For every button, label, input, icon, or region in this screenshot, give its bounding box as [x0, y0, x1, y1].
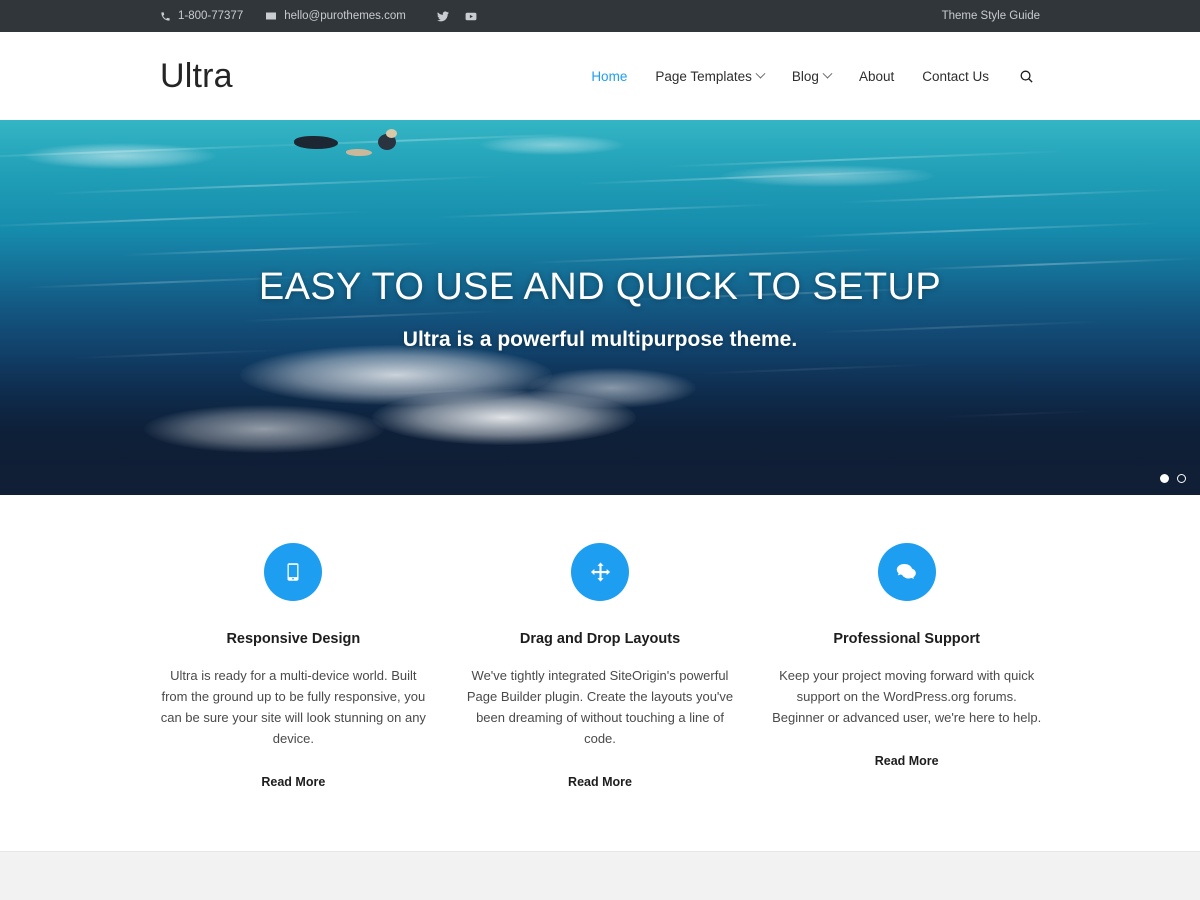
social-links [436, 10, 478, 23]
nav-item-page-templates[interactable]: Page Templates [641, 68, 778, 84]
slider-pagination [1160, 474, 1186, 483]
hero-slider: EASY TO USE AND QUICK TO SETUP Ultra is … [0, 120, 1200, 495]
nav-label-about: About [858, 68, 895, 84]
wave-foam [528, 367, 696, 408]
top-bar: 1-800-77377 hello@purothemes.com Theme S… [0, 0, 1200, 32]
site-header: Ultra Home Page Templates Blog About Con… [0, 32, 1200, 120]
feature-professional-support: Professional Support Keep your project m… [753, 543, 1060, 791]
wave-foam [720, 165, 936, 187]
phone-number: 1-800-77377 [178, 10, 244, 22]
search-icon [1019, 69, 1034, 84]
feature-title: Responsive Design [226, 631, 361, 647]
chevron-down-icon [822, 68, 833, 79]
email-link[interactable]: hello@purothemes.com [265, 10, 406, 22]
hero-title: EASY TO USE AND QUICK TO SETUP [258, 266, 942, 308]
comments-icon [895, 560, 919, 584]
nav-label-blog: Blog [791, 68, 819, 84]
feature-read-more-link[interactable]: Read More [568, 775, 632, 789]
phone-icon [160, 11, 171, 22]
nav-label-home: Home [591, 68, 628, 84]
feature-read-more-link[interactable]: Read More [261, 775, 325, 789]
nav-item-contact-us[interactable]: Contact Us [908, 69, 1003, 84]
feature-icon-circle [877, 543, 936, 601]
tablet-icon [282, 561, 304, 583]
twitter-icon [436, 10, 450, 23]
arrows-move-icon [589, 561, 612, 584]
features-section: Responsive Design Ultra is ready for a m… [0, 495, 1200, 852]
main-navigation: Home Page Templates Blog About Contact U… [577, 68, 1040, 84]
slider-dot-1[interactable] [1160, 474, 1169, 483]
feature-responsive-design: Responsive Design Ultra is ready for a m… [140, 543, 447, 791]
feature-text: We've tightly integrated SiteOrigin's po… [466, 668, 734, 747]
top-bar-contact-group: 1-800-77377 hello@purothemes.com [160, 10, 478, 23]
nav-item-blog[interactable]: Blog [778, 68, 845, 84]
slider-dot-2[interactable] [1177, 474, 1186, 483]
feature-text: Keep your project moving forward with qu… [772, 668, 1042, 726]
feature-title: Professional Support [833, 631, 980, 647]
feature-drag-and-drop-layouts: Drag and Drop Layouts We've tightly inte… [447, 543, 754, 791]
top-bar-right: Theme Style Guide [942, 10, 1040, 22]
swimmer-arm [345, 148, 372, 156]
nav-item-home[interactable]: Home [577, 69, 641, 84]
nav-label-page-templates: Page Templates [655, 68, 752, 84]
envelope-icon [265, 10, 277, 22]
feature-title: Drag and Drop Layouts [519, 631, 681, 647]
nav-item-about[interactable]: About [845, 69, 908, 84]
email-address: hello@purothemes.com [284, 10, 406, 22]
feature-text: Ultra is ready for a multi-device world.… [160, 668, 426, 747]
theme-style-guide-link[interactable]: Theme Style Guide [942, 10, 1040, 22]
feature-icon-circle [264, 543, 323, 601]
twitter-link[interactable] [436, 10, 450, 23]
hero-subtitle: Ultra is a powerful multipurpose theme. [402, 327, 798, 351]
search-button[interactable] [1003, 69, 1040, 84]
chevron-down-icon [755, 68, 766, 79]
hero-content: EASY TO USE AND QUICK TO SETUP Ultra is … [0, 266, 1200, 352]
youtube-icon [464, 10, 478, 23]
nav-label-contact-us: Contact Us [922, 68, 989, 84]
wave-foam [480, 135, 624, 155]
wave-foam [24, 142, 216, 169]
phone-link[interactable]: 1-800-77377 [160, 10, 243, 22]
wave-foam [144, 405, 384, 453]
youtube-link[interactable] [464, 10, 478, 23]
feature-icon-circle [571, 543, 629, 601]
site-logo[interactable]: Ultra [160, 59, 233, 93]
feature-read-more-link[interactable]: Read More [875, 754, 939, 768]
custom-home-page-section: Custom Home Page [0, 851, 1200, 900]
swimmer-figure [294, 135, 338, 149]
